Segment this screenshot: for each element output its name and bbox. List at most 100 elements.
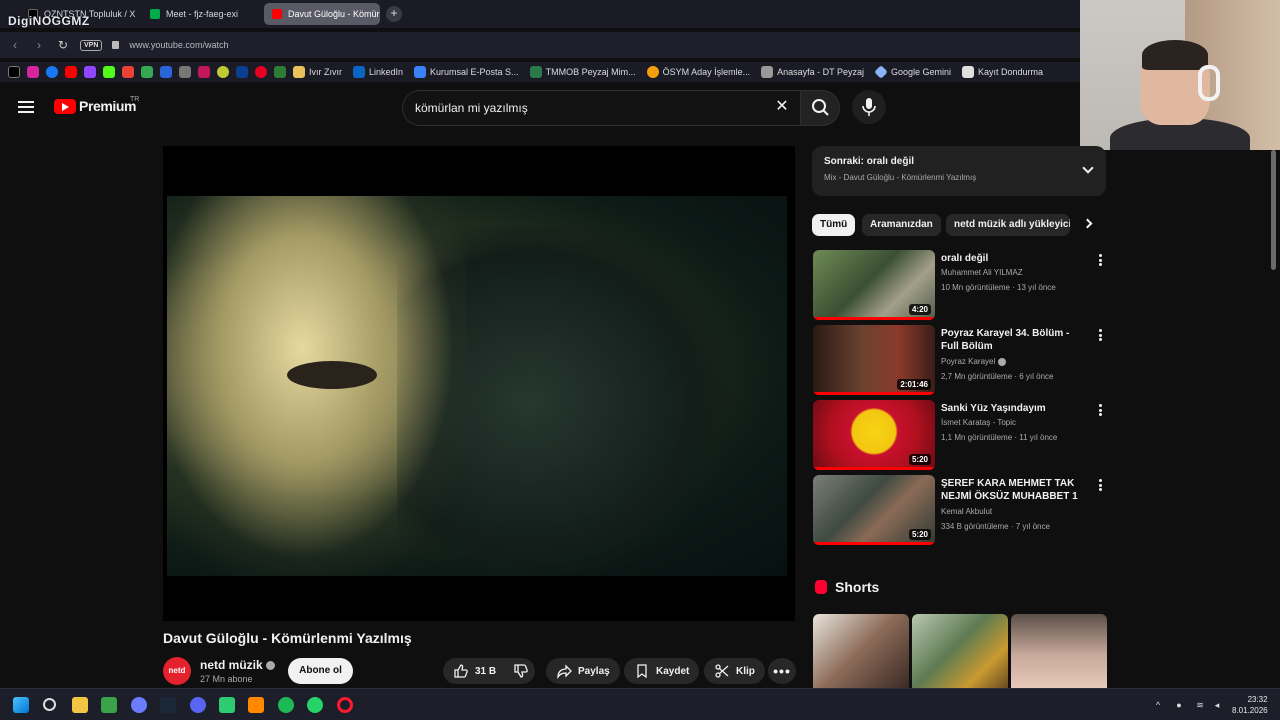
bookmark-linkedin[interactable]: LinkedIn — [353, 66, 403, 78]
bookmark-osym[interactable]: ÖSYM Aday İşlemle... — [646, 66, 750, 78]
subscribe-button[interactable]: Abone ol — [288, 658, 353, 684]
kick-icon[interactable] — [103, 66, 115, 78]
app-icon[interactable] — [131, 697, 147, 713]
up-next-panel[interactable]: Sonraki: oralı değil Mix - Davut Güloğlu… — [812, 146, 1106, 196]
chevron-up-icon[interactable]: ^ — [1153, 700, 1163, 710]
recommendation-channel[interactable]: Muhammet Ali YILMAZ — [941, 268, 1023, 277]
youtube-logo-text: Premium — [79, 98, 137, 114]
phone-icon[interactable] — [274, 66, 286, 78]
more-actions-button[interactable]: ••• — [768, 658, 796, 684]
microphone-icon[interactable]: ● — [1174, 700, 1184, 710]
twitch-icon[interactable] — [84, 66, 96, 78]
share-button[interactable]: Paylaş — [546, 658, 620, 684]
app-icon[interactable] — [101, 697, 117, 713]
short-thumbnail[interactable] — [1011, 614, 1107, 688]
video-thumbnail[interactable]: 5:20 — [813, 475, 935, 545]
chevron-right-icon[interactable] — [1082, 218, 1093, 229]
recommendation-title[interactable]: oralı değil — [941, 252, 1089, 265]
chip-all[interactable]: Tümü — [812, 214, 856, 236]
bookmark-dt-peyzaj[interactable]: Anasayfa - DT Peyzaj — [761, 66, 864, 78]
browser-tab-youtube[interactable]: Davut Güloğlu - Kömürlenmi — [264, 3, 380, 25]
instagram-icon[interactable] — [27, 66, 39, 78]
app-icon[interactable] — [217, 66, 229, 78]
bookmark-label: TMMOB Peyzaj Mim... — [545, 67, 636, 77]
more-vertical-icon[interactable] — [1099, 329, 1102, 341]
channel-name-text: netd müzik — [200, 658, 263, 672]
dislike-button[interactable] — [507, 658, 535, 684]
vpn-badge[interactable]: VPN — [80, 39, 103, 51]
search-icon[interactable] — [43, 698, 56, 711]
more-vertical-icon[interactable] — [1099, 404, 1102, 416]
clip-button[interactable]: Klip — [704, 658, 765, 684]
bookmark-gemini[interactable]: Google Gemini — [874, 65, 951, 79]
youtube-icon[interactable] — [65, 66, 77, 78]
voice-search-button[interactable] — [852, 90, 886, 124]
channel-avatar[interactable]: netd — [163, 657, 191, 685]
chip-uploader[interactable]: netd müzik adlı yükleyici — [946, 214, 1070, 236]
channel-name[interactable]: netd müzik — [200, 658, 275, 672]
video-player[interactable] — [163, 146, 795, 621]
bookmark-kurumsal-eposta[interactable]: Kurumsal E-Posta S... — [414, 66, 519, 78]
recommendation-title[interactable]: Poyraz Karayel 34. Bölüm - Full Bölüm — [941, 327, 1089, 353]
browser-tab-meet[interactable]: Meet - fjz-faeg-exi — [142, 3, 258, 25]
x-icon[interactable] — [8, 66, 20, 78]
recommendation-title[interactable]: ŞEREF KARA MEHMET TAK NEJMİ ÖKSÜZ MUHABB… — [941, 477, 1089, 503]
reload-icon[interactable]: ↻ — [56, 38, 70, 52]
facebook-icon[interactable] — [46, 66, 58, 78]
start-icon[interactable] — [13, 697, 29, 713]
more-horizontal-icon: ••• — [773, 663, 791, 679]
whatsapp-icon[interactable] — [307, 697, 323, 713]
recommendation-meta: 2,7 Mn görüntüleme · 6 yıl önce — [941, 372, 1054, 381]
volume-icon[interactable]: ◂ — [1212, 700, 1222, 710]
clear-search-icon[interactable]: ✕ — [773, 98, 791, 116]
gmail-icon[interactable] — [122, 66, 134, 78]
forward-icon[interactable]: › — [32, 38, 46, 52]
bookmark-tmmob[interactable]: TMMOB Peyzaj Mim... — [529, 66, 636, 78]
app-icon[interactable] — [198, 66, 210, 78]
video-title: Davut Güloğlu - Kömürlenmi Yazılmış — [163, 630, 412, 646]
video-thumbnail[interactable]: 2:01:46 — [813, 325, 935, 395]
maps-icon[interactable] — [141, 66, 153, 78]
recommendation-item[interactable]: 4:20 oralı değil Muhammet Ali YILMAZ 10 … — [813, 250, 1108, 320]
wifi-icon[interactable]: ≋ — [1195, 700, 1205, 710]
recommendation-item[interactable]: 5:20 ŞEREF KARA MEHMET TAK NEJMİ ÖKSÜZ M… — [813, 475, 1108, 545]
opera-gx-icon[interactable] — [337, 697, 353, 713]
recommendation-title[interactable]: Sanki Yüz Yaşındayım — [941, 402, 1089, 415]
pinterest-icon[interactable] — [255, 66, 267, 78]
thumbs-down-icon — [514, 664, 528, 678]
save-button[interactable]: Kaydet — [624, 658, 700, 684]
dollar-icon[interactable] — [160, 66, 172, 78]
youtube-logo[interactable]: Premium — [54, 98, 137, 114]
chip-from-search[interactable]: Aramanızdan — [862, 214, 941, 236]
bookmark-ivir-zivir[interactable]: Ivır Zıvır — [293, 66, 342, 78]
search-button[interactable] — [800, 90, 840, 126]
search-input[interactable]: kömürlan mi yazılmış — [402, 90, 800, 126]
spotify-icon[interactable] — [278, 697, 294, 713]
back-icon[interactable]: ‹ — [8, 38, 22, 52]
url-field[interactable]: www.youtube.com/watch — [129, 40, 228, 50]
recommendation-channel[interactable]: İsmet Karataş - Topic — [941, 418, 1016, 427]
recommendation-channel[interactable]: Kemal Akbulut — [941, 507, 992, 516]
link-icon[interactable] — [179, 66, 191, 78]
vlc-icon[interactable] — [248, 697, 264, 713]
discord-icon[interactable] — [190, 697, 206, 713]
recommendation-item[interactable]: 2:01:46 Poyraz Karayel 34. Bölüm - Full … — [813, 325, 1108, 395]
more-vertical-icon[interactable] — [1099, 479, 1102, 491]
app-icon[interactable] — [236, 66, 248, 78]
recommendation-item[interactable]: 5:20 Sanki Yüz Yaşındayım İsmet Karataş … — [813, 400, 1108, 470]
steam-icon[interactable] — [160, 697, 176, 713]
lock-icon[interactable] — [112, 41, 120, 49]
page-scrollbar[interactable] — [1271, 150, 1276, 270]
video-thumbnail[interactable]: 4:20 — [813, 250, 935, 320]
hamburger-menu-icon[interactable] — [18, 101, 34, 113]
recommendation-channel[interactable]: Poyraz Karayel — [941, 357, 1007, 366]
short-thumbnail[interactable] — [912, 614, 1008, 688]
new-tab-button[interactable]: + — [386, 6, 402, 22]
short-thumbnail[interactable] — [813, 614, 909, 688]
bookmark-kayit-dondurma[interactable]: Kayıt Dondurma — [962, 66, 1043, 78]
app-icon[interactable] — [219, 697, 235, 713]
file-explorer-icon[interactable] — [72, 697, 88, 713]
system-clock[interactable]: 23:32 8.01.2026 — [1232, 694, 1268, 716]
video-thumbnail[interactable]: 5:20 — [813, 400, 935, 470]
more-vertical-icon[interactable] — [1099, 254, 1102, 266]
